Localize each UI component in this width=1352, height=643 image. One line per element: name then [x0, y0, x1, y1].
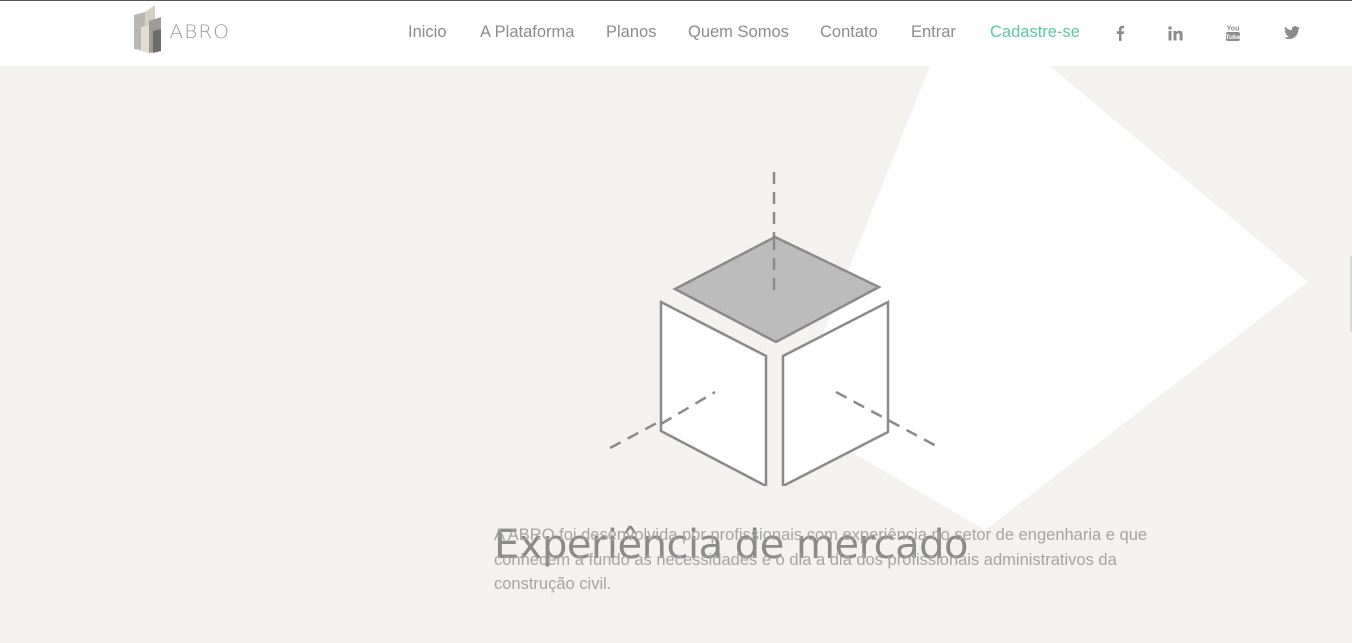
svg-text:You: You [1227, 26, 1240, 33]
nav-item-entrar[interactable]: Entrar [911, 23, 956, 42]
cube-illustration-icon [609, 172, 941, 486]
nav-item-quem-somos[interactable]: Quem Somos [688, 23, 789, 42]
linkedin-icon [1167, 25, 1183, 40]
youtube-icon: You Tube [1225, 26, 1241, 41]
nav-item-plataforma[interactable]: A Plataforma [480, 23, 574, 42]
youtube-link[interactable]: You Tube [1223, 23, 1243, 43]
window-top-border [0, 0, 1352, 1]
hero-section: Experiência de mercado A ABRO foi desenv… [0, 66, 1352, 643]
facebook-link[interactable] [1110, 23, 1130, 43]
main-nav: Inicio A Plataforma Planos Quem Somos Co… [0, 1, 1352, 66]
nav-item-inicio[interactable]: Inicio [408, 23, 447, 42]
nav-item-contato[interactable]: Contato [820, 23, 878, 42]
nav-item-planos[interactable]: Planos [606, 23, 656, 42]
nav-item-cadastre-se[interactable]: Cadastre-se [990, 23, 1080, 42]
site-header: ABRO Inicio A Plataforma Planos Quem Som… [0, 1, 1352, 66]
hero-description: A ABRO foi desenvolvida por profissionai… [494, 526, 1148, 593]
twitter-link[interactable] [1282, 23, 1302, 43]
twitter-icon [1284, 26, 1300, 40]
svg-text:Tube: Tube [1225, 34, 1240, 41]
linkedin-link[interactable] [1165, 23, 1185, 43]
facebook-icon [1116, 25, 1125, 41]
